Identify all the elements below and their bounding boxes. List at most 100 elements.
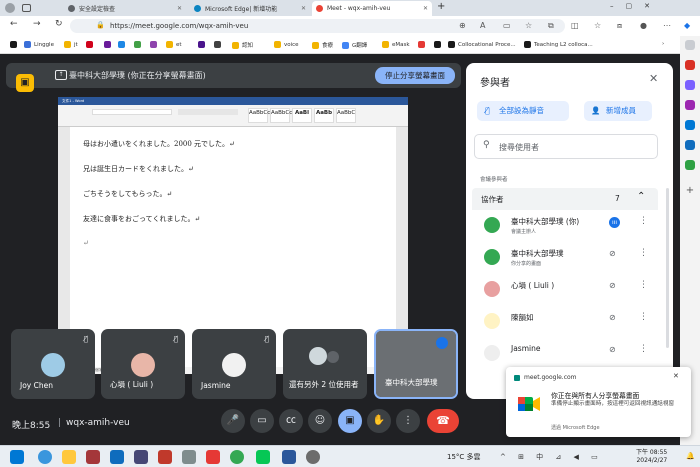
camera-toggle-button[interactable]: ▭	[250, 409, 274, 433]
microsoft365-icon[interactable]	[685, 120, 695, 130]
powerpoint-icon[interactable]	[86, 450, 100, 464]
profile-icon[interactable]	[5, 3, 15, 13]
app-icon[interactable]	[158, 450, 172, 464]
edge-icon[interactable]	[38, 450, 52, 464]
search-people-input[interactable]: ⚲ 搜尋使用者	[474, 134, 658, 159]
more-vert-icon[interactable]: ⋮	[639, 312, 648, 322]
participant-row[interactable]: 臺中科大部學璞 你分享的畫面 ⊘ ⋮	[474, 244, 660, 274]
tab-edge-new-features[interactable]: Microsoft Edge| 新增功能 ✕	[190, 1, 310, 16]
outlook-icon[interactable]	[110, 450, 124, 464]
acrobat-icon[interactable]	[206, 450, 220, 464]
reactions-button[interactable]: ☺	[308, 409, 332, 433]
add-sidebar-icon[interactable]: +	[685, 186, 695, 196]
close-icon[interactable]: ✕	[301, 5, 306, 12]
bookmark-item[interactable]	[198, 41, 208, 48]
camera-in-use-icon[interactable]: ▭	[503, 21, 511, 30]
media-player-icon[interactable]	[306, 450, 320, 464]
read-aloud-icon[interactable]: A	[480, 21, 485, 30]
extensions-icon[interactable]: ⧉	[548, 21, 554, 31]
bookmark-item[interactable]	[118, 41, 128, 48]
teams-icon[interactable]	[134, 450, 148, 464]
copilot-icon[interactable]: ◆	[684, 21, 690, 30]
chrome-icon[interactable]	[230, 450, 244, 464]
new-tab-button[interactable]: +	[437, 1, 445, 12]
bookmark-item[interactable]	[134, 41, 144, 48]
reload-icon[interactable]: ↻	[55, 19, 63, 29]
workspaces-icon[interactable]	[22, 4, 31, 12]
favorite-star-icon[interactable]: ☆	[525, 21, 532, 30]
close-icon[interactable]: ✕	[423, 5, 428, 12]
favorites-icon[interactable]: ☆	[594, 21, 601, 30]
bookmark-item[interactable]	[86, 41, 96, 48]
participant-tile[interactable]: 🎙̸ Jasmine	[192, 329, 276, 399]
url-input[interactable]: 🔒 https://meet.google.com/wqx-amih-veu	[70, 19, 565, 33]
weather-widget[interactable]: 15°C 多雲	[447, 452, 481, 462]
clock[interactable]: 下午 08:55 2024/2/27	[636, 449, 667, 465]
shopping-icon[interactable]	[685, 60, 695, 70]
close-panel-icon[interactable]: ✕	[649, 72, 658, 85]
panel-scrollbar[interactable]	[666, 188, 669, 348]
collaborators-group-header[interactable]: 協作者 7 ⌃	[472, 188, 658, 210]
bookmark-item[interactable]	[10, 41, 20, 48]
drop-icon[interactable]	[685, 160, 695, 170]
bookmark-item[interactable]: et	[166, 41, 182, 48]
mic-toggle-button[interactable]: 🎤	[221, 409, 245, 433]
bookmark-item[interactable]	[150, 41, 160, 48]
add-people-button[interactable]: 👤 新增成員	[584, 101, 652, 121]
bookmark-item[interactable]: G翻譯	[342, 41, 367, 49]
word-icon[interactable]	[282, 450, 296, 464]
captions-button[interactable]: ㏄	[279, 409, 303, 433]
bookmarks-overflow-icon[interactable]: ›	[662, 41, 664, 47]
more-options-icon[interactable]: ⋯	[663, 21, 671, 30]
participant-tile[interactable]: 🎙̸ Joy Chen	[11, 329, 95, 399]
participant-row[interactable]: 臺中科大部學璞 (你) 會議主辦人 ııı ⋮	[474, 212, 660, 242]
share-notification[interactable]: meet.google.com ✕ 你正在與所有人分享螢幕畫面 準備停止顯示畫面…	[506, 367, 691, 437]
zoom-icon[interactable]: ⊕	[459, 21, 466, 30]
split-screen-icon[interactable]: ◫	[571, 21, 579, 30]
outlook-icon[interactable]	[685, 140, 695, 150]
bookmark-item[interactable]	[418, 41, 428, 48]
more-options-button[interactable]: ⋮	[396, 409, 420, 433]
close-icon[interactable]: ✕	[177, 5, 182, 12]
more-vert-icon[interactable]: ⋮	[639, 248, 648, 258]
tray-icons[interactable]: ^ ⊞ 中 ⊿ ◀ ▭	[500, 452, 603, 462]
bookmark-item[interactable]: jt	[64, 41, 78, 48]
bookmark-item[interactable]: Linggle	[24, 41, 54, 48]
line-icon[interactable]	[256, 450, 270, 464]
window-controls[interactable]: –▢✕	[610, 2, 662, 10]
start-icon[interactable]	[10, 450, 24, 464]
bookmark-item[interactable]: Collocational Proce...	[448, 41, 516, 48]
self-tile[interactable]: 臺中科大部學璞	[374, 329, 458, 399]
stop-sharing-button[interactable]: 停止分享螢幕畫面	[375, 67, 455, 84]
bookmark-item[interactable]: Teaching L2 colloca...	[524, 41, 593, 48]
other-participants-tile[interactable]: 還有另外 2 位使用者	[283, 329, 367, 399]
back-icon[interactable]: ←	[10, 19, 18, 29]
bookmark-item[interactable]	[214, 41, 224, 48]
mute-all-button[interactable]: 🎙̸ 全部設為靜音	[477, 101, 569, 121]
app-icon[interactable]	[182, 450, 196, 464]
bookmark-item[interactable]: voice	[274, 41, 299, 48]
collections-icon[interactable]: ⧈	[617, 21, 622, 31]
participant-tile[interactable]: 🎙̸ 心塤 ( Liuli )	[101, 329, 185, 399]
profile-avatar-icon[interactable]: ●	[640, 21, 647, 30]
bookmark-item[interactable]	[104, 41, 114, 48]
present-button[interactable]: ▣	[338, 409, 362, 433]
more-vert-icon[interactable]: ⋮	[639, 216, 648, 226]
participant-row[interactable]: Jasmine ⊘ ⋮	[474, 340, 660, 370]
bookmark-item[interactable]: 認知	[232, 41, 253, 49]
bookmark-item[interactable]	[434, 41, 444, 48]
search-icon[interactable]	[685, 40, 695, 50]
raise-hand-button[interactable]: ✋	[367, 409, 391, 433]
notification-bell-icon[interactable]: 🔔	[686, 452, 695, 460]
tab-meet[interactable]: Meet - wqx-amih-veu ✕	[312, 1, 432, 16]
close-icon[interactable]: ✕	[673, 372, 679, 380]
file-explorer-icon[interactable]	[62, 450, 76, 464]
forward-icon[interactable]: →	[33, 19, 41, 29]
bookmark-item[interactable]: 食療	[312, 41, 333, 49]
leave-call-button[interactable]: ☎	[427, 409, 459, 433]
games-icon[interactable]	[685, 100, 695, 110]
bookmark-item[interactable]: eMask	[382, 41, 410, 48]
more-vert-icon[interactable]: ⋮	[639, 280, 648, 290]
tools-icon[interactable]	[685, 80, 695, 90]
participant-row[interactable]: 陳韻如 ⊘ ⋮	[474, 308, 660, 338]
